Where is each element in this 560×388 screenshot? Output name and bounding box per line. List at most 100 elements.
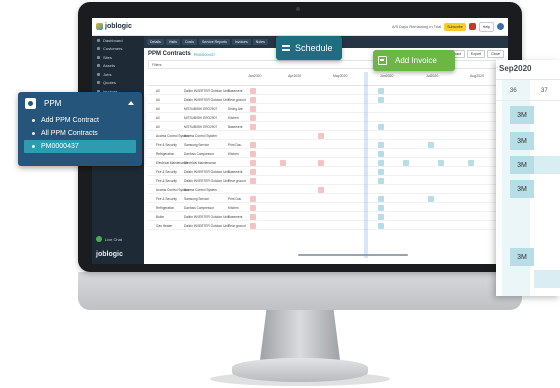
current-week-highlight <box>364 72 368 258</box>
sidebar-item[interactable]: Assets <box>92 62 144 71</box>
table-cell: Fire & Security <box>156 142 177 147</box>
schedule-slot[interactable]: 3M <box>510 180 534 198</box>
visit-cell[interactable] <box>250 114 256 121</box>
table-row[interactable]: Refrigeration Danfoss Compressor Kitchen <box>148 149 504 158</box>
table-row[interactable]: Fire & Security Samsung Service Print Dou <box>148 140 504 149</box>
visit-cell[interactable] <box>250 141 256 148</box>
visit-cell[interactable] <box>378 177 384 184</box>
visit-cell[interactable] <box>378 168 384 175</box>
ppm-menu-header[interactable]: PPM <box>18 92 142 114</box>
visit-cell[interactable] <box>378 150 384 157</box>
schedule-slot[interactable]: 3M <box>510 106 534 124</box>
table-cell: Dalkin INVERTER Outdoor Unit <box>184 223 229 228</box>
visit-cell[interactable] <box>250 168 256 175</box>
header-action-button[interactable]: Close <box>487 50 504 58</box>
visit-cell[interactable] <box>378 222 384 229</box>
sidebar-item-label: Sites <box>103 54 112 60</box>
table-row[interactable]: All MITSUBISHI ERO2907 Dining Are <box>148 104 504 113</box>
visit-cell[interactable] <box>250 177 256 184</box>
table-row[interactable]: Access Control System Access Control Syst… <box>148 185 504 194</box>
visit-cell[interactable] <box>250 213 256 220</box>
toolbar-button[interactable]: Notes <box>252 39 268 45</box>
table-row[interactable]: All MITSUBISHI ERO2907 Basement <box>148 122 504 131</box>
subscribe-button[interactable]: Subscribe <box>444 22 466 31</box>
table-row[interactable]: Electrical Maintenance Electrical Mainten… <box>148 158 504 167</box>
table-cell: Refrigeration <box>156 151 175 156</box>
table-row[interactable]: Fire & Security Samsung Service Print Dou <box>148 194 504 203</box>
table-row[interactable]: Gas Heater Dalkin INVERTER Outdoor Unit Re… <box>148 221 504 230</box>
table-row[interactable]: All MITSUBISHI ERO2907 Kitchen <box>148 113 504 122</box>
schedule-slot[interactable]: 3M <box>510 132 534 150</box>
add-invoice-button[interactable]: Add Invoice <box>373 50 455 71</box>
table-cell: Dalkin INVERTER Outdoor Unit <box>184 178 229 183</box>
table-cell: Access Control System <box>184 133 217 138</box>
toolbar-button[interactable]: Visits <box>165 39 181 45</box>
chevron-up-icon[interactable] <box>128 101 134 105</box>
toolbar-button[interactable]: Service Reports <box>198 39 230 45</box>
visit-cell[interactable] <box>468 159 474 166</box>
visit-cell[interactable] <box>378 123 384 130</box>
visit-cell[interactable] <box>250 195 256 202</box>
help-button[interactable]: Help <box>478 21 494 32</box>
visit-cell[interactable] <box>250 87 256 94</box>
toolbar-button[interactable]: Costs <box>182 39 197 45</box>
visit-cell[interactable] <box>318 186 324 193</box>
visit-cell[interactable] <box>250 123 256 130</box>
visit-cell[interactable] <box>378 213 384 220</box>
visit-cell[interactable] <box>250 150 256 157</box>
toolbar-button[interactable]: Invoices <box>231 39 251 45</box>
sidebar-item[interactable]: Sites <box>92 53 144 62</box>
visit-cell[interactable] <box>428 195 434 202</box>
menu-item-add-ppm-contract[interactable]: Add PPM Contract <box>18 114 142 127</box>
visit-cell[interactable] <box>378 159 384 166</box>
add-invoice-label: Add Invoice <box>395 56 437 65</box>
schedule-slot[interactable]: 3M <box>510 156 534 174</box>
visit-cell[interactable] <box>250 204 256 211</box>
visit-cell[interactable] <box>318 132 324 139</box>
sidebar-item[interactable]: Jobs <box>92 70 144 79</box>
visit-cell[interactable] <box>428 141 434 148</box>
notification-icon[interactable] <box>468 23 476 30</box>
schedule-slot[interactable]: 3M <box>510 248 534 266</box>
visit-cell[interactable] <box>378 141 384 148</box>
brand-logo[interactable]: joblogic <box>92 18 144 36</box>
visit-cell[interactable] <box>250 159 256 166</box>
visit-cell[interactable] <box>378 204 384 211</box>
visit-cell[interactable] <box>250 105 256 112</box>
sidebar-item[interactable]: Customers <box>92 45 144 54</box>
sidebar-item[interactable]: Quotes <box>92 79 144 88</box>
user-avatar[interactable] <box>497 23 504 30</box>
visit-cell[interactable] <box>403 159 409 166</box>
visit-cell[interactable] <box>438 159 444 166</box>
live-chat-label: Live Chat <box>105 236 122 242</box>
brand-logo-text: joblogic <box>105 23 132 30</box>
table-row[interactable]: All Dalkin INVERTER Outdoor Unit Rear grou… <box>148 95 504 104</box>
table-row[interactable]: Access Control System Access Control Syst… <box>148 131 504 140</box>
table-cell: Rear ground <box>228 97 246 102</box>
sidebar-item[interactable]: Dashboard <box>92 36 144 45</box>
table-cell: MITSUBISHI ERO2907 <box>184 124 218 129</box>
visit-cell[interactable] <box>378 87 384 94</box>
top-bar: joblogic 8/9 Days Remaining in Trial Sub… <box>92 18 508 36</box>
table-row[interactable]: Fire & Security Dalkin INVERTER Outdoor U… <box>148 167 504 176</box>
live-chat-button[interactable]: Live Chat <box>96 236 122 242</box>
table-row[interactable]: Boiler Dalkin INVERTER Outdoor Unit Baseme… <box>148 212 504 221</box>
visit-cell[interactable] <box>280 159 286 166</box>
horizontal-scrollbar[interactable] <box>298 254 408 256</box>
table-row[interactable]: Fire & Security Dalkin INVERTER Outdoor U… <box>148 176 504 185</box>
menu-item-all-ppm-contracts[interactable]: All PPM Contracts <box>18 127 142 140</box>
table-row[interactable]: All Dalkin INVERTER Outdoor Unit Basement <box>148 86 504 95</box>
visit-cell[interactable] <box>378 195 384 202</box>
table-cell: All <box>156 115 160 120</box>
menu-item-current-contract[interactable]: PM0000437 <box>24 140 136 153</box>
schedule-badge[interactable]: Schedule <box>276 36 342 60</box>
visit-cell[interactable] <box>378 96 384 103</box>
toolbar-button[interactable]: Details <box>147 39 164 45</box>
monitor-chin <box>78 272 522 310</box>
visit-cell[interactable] <box>318 159 324 166</box>
visit-cell[interactable] <box>250 222 256 229</box>
visit-cell[interactable] <box>250 96 256 103</box>
header-action-button[interactable]: Export <box>466 50 486 58</box>
menu-item-label: Add PPM Contract <box>41 117 99 124</box>
table-row[interactable]: Refrigeration Danfoss Compressor Kitchen <box>148 203 504 212</box>
